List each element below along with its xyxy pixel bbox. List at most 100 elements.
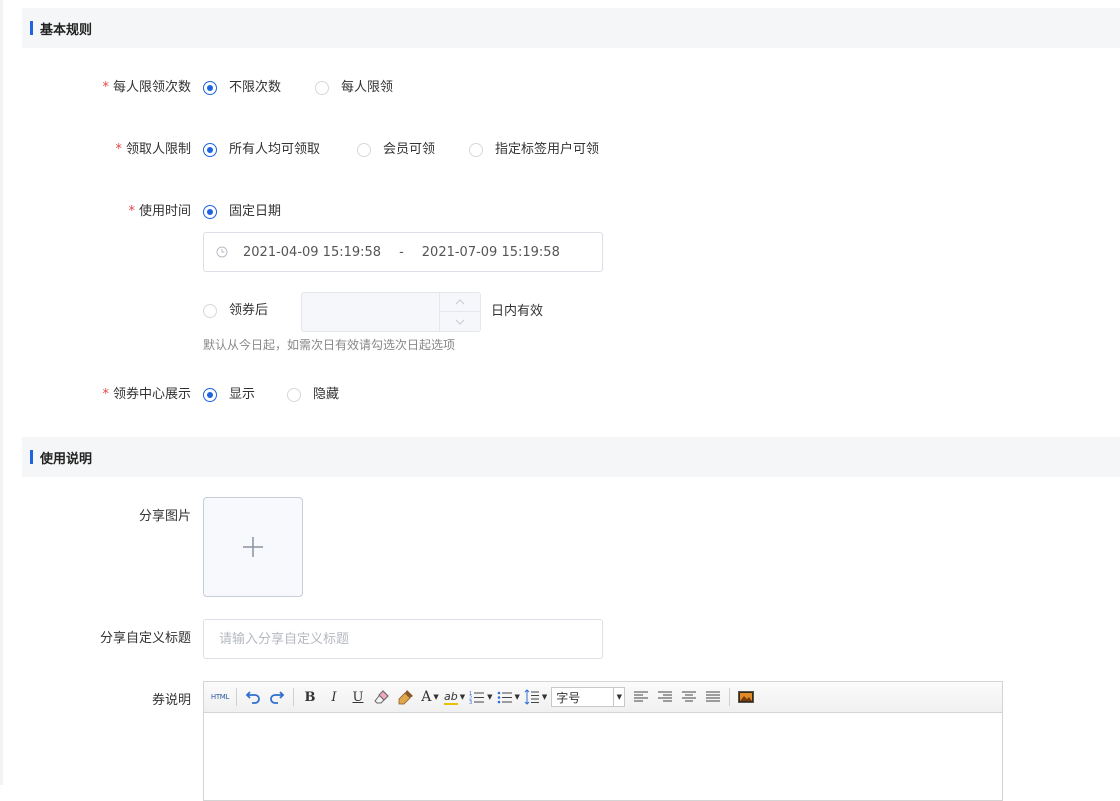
align-left-icon — [634, 691, 649, 702]
html-source-button[interactable]: HTML — [210, 687, 230, 707]
bullet-list-icon — [497, 691, 512, 704]
dropdown-arrow-icon: ▼ — [459, 693, 466, 701]
radio-circle[interactable] — [203, 143, 217, 157]
image-upload-button[interactable] — [203, 497, 303, 597]
align-justify-icon — [706, 691, 721, 702]
decrease-button[interactable] — [440, 312, 480, 331]
radio-label: 领券后 — [229, 303, 269, 318]
italic-button[interactable]: I — [324, 687, 344, 707]
dropdown-arrow-icon: ▼ — [514, 693, 520, 701]
ordered-list-button[interactable]: 123 ▼ — [469, 687, 492, 707]
date-range-picker[interactable]: 2021-04-09 15:19:58 - 2021-07-09 15:19:5… — [203, 232, 603, 272]
unordered-list-button[interactable]: ▼ — [497, 687, 520, 707]
valid-days-suffix: 日内有效 — [491, 304, 544, 319]
section-usage-notes: 使用说明 — [22, 437, 1120, 477]
clock-icon — [216, 246, 228, 258]
highlight-button[interactable]: ab ▼ — [444, 687, 465, 707]
align-center-button[interactable] — [679, 687, 699, 707]
format-brush-button[interactable] — [396, 687, 416, 707]
eraser-icon — [374, 690, 389, 704]
redo-icon — [270, 691, 285, 704]
use-time-hint: 默认从今日起，如需次日有效请勾选次日起选项 — [203, 338, 456, 352]
radio-label: 会员可领 — [383, 142, 436, 157]
editor-toolbar: HTML B I U A ▼ ab ▼ 123 ▼ ▼ ▼ 字号 ▼ — [204, 682, 1002, 713]
label-text: 使用时间 — [138, 204, 191, 219]
start-date: 2021-04-09 15:19:58 — [243, 244, 382, 260]
end-date: 2021-07-09 15:19:58 — [421, 244, 560, 260]
dropdown-arrow-icon: ▼ — [541, 693, 548, 701]
use-time-label: * 使用时间 — [128, 203, 191, 221]
radio-hide[interactable]: 隐藏 — [287, 386, 339, 404]
radio-per-person-limit[interactable]: 每人限领 — [315, 79, 393, 97]
align-right-icon — [658, 691, 673, 702]
chevron-down-icon: ▼ — [613, 688, 624, 706]
align-right-button[interactable] — [655, 687, 675, 707]
share-image-label: 分享图片 — [138, 509, 191, 524]
days-number-input[interactable] — [301, 292, 481, 332]
radio-label: 每人限领 — [341, 80, 394, 95]
section-title: 使用说明 — [40, 451, 93, 467]
share-title-input[interactable] — [203, 619, 603, 659]
svg-text:3: 3 — [469, 700, 472, 704]
radio-circle[interactable] — [203, 304, 217, 318]
radio-members[interactable]: 会员可领 — [357, 141, 435, 159]
section-accent-bar — [30, 450, 33, 464]
radio-fixed-date[interactable]: 固定日期 — [203, 203, 281, 221]
radio-label: 指定标签用户可领 — [495, 142, 600, 157]
dropdown-arrow-icon: ▼ — [433, 693, 439, 701]
line-height-icon — [524, 689, 539, 705]
label-text: 领券中心展示 — [112, 387, 191, 402]
increase-button[interactable] — [440, 293, 480, 312]
radio-show[interactable]: 显示 — [203, 386, 255, 404]
receiver-limit-label: * 领取人限制 — [115, 141, 191, 159]
eraser-button[interactable] — [372, 687, 392, 707]
align-left-button[interactable] — [631, 687, 651, 707]
radio-circle[interactable] — [203, 388, 217, 402]
center-display-label: * 领券中心展示 — [102, 386, 191, 404]
font-color-button[interactable]: A ▼ — [420, 687, 440, 707]
radio-label: 所有人均可领取 — [229, 142, 321, 157]
required-mark: * — [102, 387, 109, 402]
line-height-button[interactable]: ▼ — [524, 687, 547, 707]
radio-circle[interactable] — [287, 388, 301, 402]
section-accent-bar — [30, 21, 33, 35]
undo-icon — [245, 691, 260, 704]
coupon-desc-label: 券说明 — [151, 693, 191, 708]
required-mark: * — [128, 204, 135, 219]
font-size-select[interactable]: 字号 ▼ — [551, 687, 626, 707]
radio-circle[interactable] — [203, 81, 217, 95]
radio-after-receive[interactable]: 领券后 — [203, 302, 268, 320]
align-center-icon — [682, 691, 697, 702]
radio-label: 固定日期 — [229, 204, 282, 219]
radio-unlimited[interactable]: 不限次数 — [203, 79, 281, 97]
share-title-label: 分享自定义标题 — [99, 631, 191, 646]
underline-button[interactable]: U — [348, 687, 368, 707]
rich-text-editor: HTML B I U A ▼ ab ▼ 123 ▼ ▼ ▼ 字号 ▼ — [203, 681, 1003, 801]
bold-button[interactable]: B — [300, 687, 320, 707]
section-basic-rules: 基本规则 — [22, 8, 1120, 48]
toolbar-divider — [236, 688, 237, 706]
radio-tagged-users[interactable]: 指定标签用户可领 — [469, 141, 599, 159]
radio-circle[interactable] — [357, 143, 371, 157]
radio-circle[interactable] — [469, 143, 483, 157]
font-color-glyph: A — [421, 689, 432, 705]
align-justify-button[interactable] — [703, 687, 723, 707]
dropdown-arrow-icon: ▼ — [487, 693, 493, 701]
required-mark: * — [115, 142, 122, 157]
radio-circle[interactable] — [315, 81, 329, 95]
date-separator: - — [399, 244, 404, 260]
required-mark: * — [102, 80, 109, 95]
insert-image-button[interactable] — [736, 687, 756, 707]
toolbar-divider — [293, 688, 294, 706]
redo-button[interactable] — [267, 687, 287, 707]
chevron-down-icon — [455, 319, 465, 325]
undo-button[interactable] — [243, 687, 263, 707]
toolbar-divider — [729, 688, 731, 706]
radio-everyone[interactable]: 所有人均可领取 — [203, 141, 320, 159]
plus-icon — [243, 537, 263, 557]
limit-per-person-label: * 每人限领次数 — [102, 79, 191, 97]
font-size-value: 字号 — [556, 690, 581, 705]
radio-circle[interactable] — [203, 205, 217, 219]
radio-label: 隐藏 — [313, 387, 340, 402]
radio-label: 显示 — [229, 387, 256, 402]
